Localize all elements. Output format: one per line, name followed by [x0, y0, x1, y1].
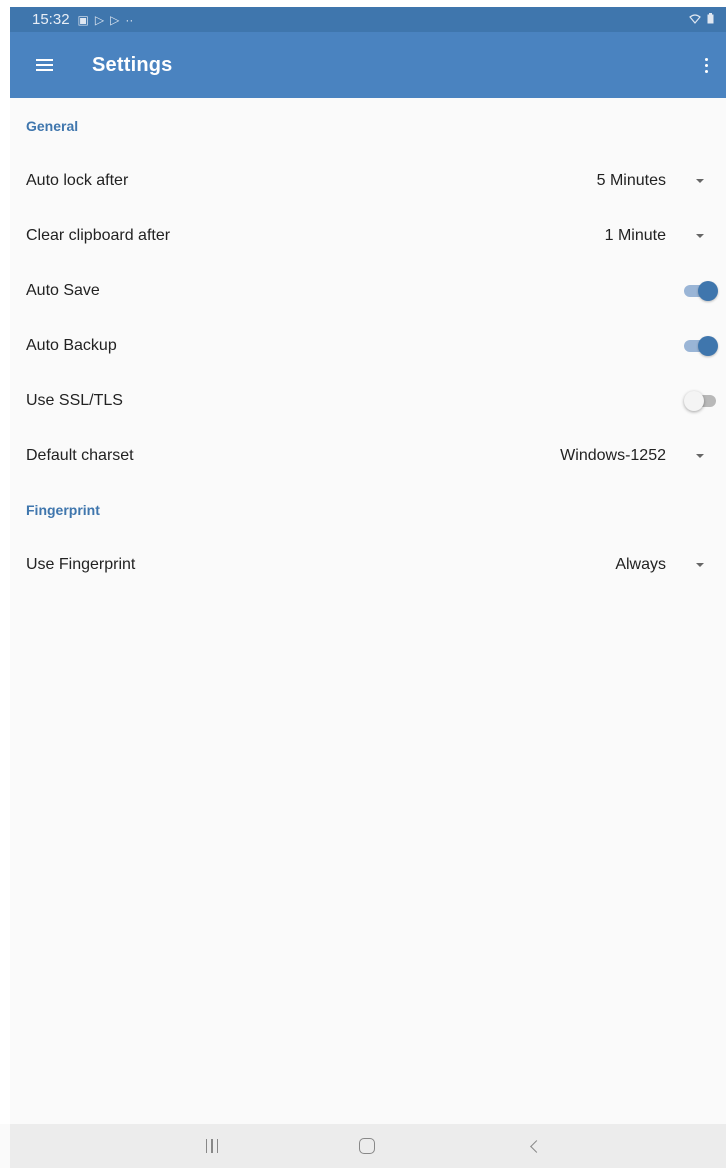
wifi-icon	[689, 13, 701, 27]
back-button[interactable]	[504, 1124, 564, 1168]
overflow-menu-button[interactable]	[686, 37, 726, 93]
dropdown-arrow-icon	[696, 178, 704, 183]
section-header-general: General	[26, 117, 79, 134]
use-ssl-label: Use SSL/TLS	[26, 391, 123, 409]
auto-save-setting[interactable]: Auto Save	[10, 263, 726, 318]
play-store-icon: ▷	[110, 12, 120, 27]
page-title: Settings	[92, 53, 173, 76]
status-bar: 15:32 ▣ ▷ ▷ ··	[10, 7, 726, 32]
use-fingerprint-value: Always	[615, 555, 666, 573]
dropdown-arrow-icon	[696, 562, 704, 567]
clear-clipboard-setting[interactable]: Clear clipboard after 1 Minute	[10, 208, 726, 263]
navigation-menu-button[interactable]	[16, 37, 72, 93]
auto-save-label: Auto Save	[26, 281, 100, 299]
dropdown-arrow-icon	[696, 233, 704, 238]
recents-icon	[205, 1139, 219, 1153]
use-fingerprint-label: Use Fingerprint	[26, 555, 136, 573]
auto-backup-setting[interactable]: Auto Backup	[10, 318, 726, 373]
home-button[interactable]	[337, 1124, 397, 1168]
clear-clipboard-value: 1 Minute	[604, 226, 666, 244]
auto-backup-toggle[interactable]	[684, 335, 718, 356]
auto-lock-label: Auto lock after	[26, 171, 129, 189]
use-fingerprint-setting[interactable]: Use Fingerprint Always	[10, 537, 726, 592]
auto-lock-setting[interactable]: Auto lock after 5 Minutes	[10, 153, 726, 208]
settings-screen: 15:32 ▣ ▷ ▷ ·· Settings General Auto loc…	[0, 0, 726, 1168]
system-navigation-bar	[10, 1124, 726, 1168]
app-toolbar: Settings	[10, 32, 726, 98]
dropdown-arrow-icon	[696, 453, 704, 458]
top-strip	[0, 0, 726, 7]
status-time: 15:32	[32, 11, 70, 28]
hamburger-icon	[35, 59, 53, 71]
default-charset-setting[interactable]: Default charset Windows-1252	[10, 428, 726, 483]
home-icon	[359, 1138, 375, 1154]
recents-button[interactable]	[182, 1124, 242, 1168]
use-ssl-toggle[interactable]	[684, 390, 718, 411]
section-header-fingerprint: Fingerprint	[26, 502, 100, 518]
default-charset-value: Windows-1252	[560, 446, 666, 464]
auto-backup-label: Auto Backup	[26, 336, 117, 354]
use-ssl-setting[interactable]: Use SSL/TLS	[10, 373, 726, 428]
clear-clipboard-label: Clear clipboard after	[26, 226, 171, 244]
settings-list: General Auto lock after 5 Minutes Clear …	[10, 98, 726, 592]
more-notifications-icon: ··	[125, 12, 134, 27]
battery-icon	[707, 12, 714, 27]
play-store-icon: ▷	[94, 12, 105, 27]
left-margin	[0, 0, 10, 1124]
default-charset-label: Default charset	[26, 446, 134, 464]
more-vert-icon	[704, 57, 708, 73]
auto-save-toggle[interactable]	[684, 280, 718, 301]
gallery-icon: ▣	[77, 12, 89, 27]
auto-lock-value: 5 Minutes	[596, 171, 666, 189]
back-icon	[529, 1139, 543, 1153]
